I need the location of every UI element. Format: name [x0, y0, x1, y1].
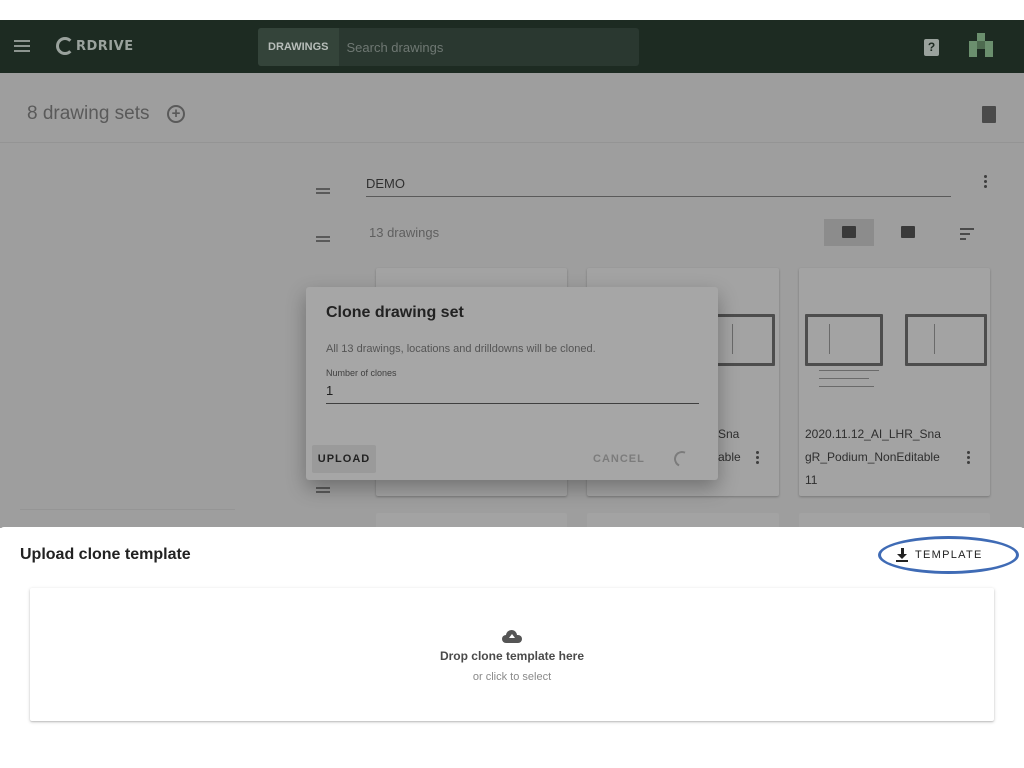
upload-template-sheet: Upload clone template TEMPLATE Drop clon… — [0, 527, 1024, 745]
loading-spinner-icon — [671, 448, 693, 470]
divider — [20, 509, 235, 510]
drawings-count: 13 drawings — [369, 225, 440, 240]
image-icon — [842, 226, 856, 238]
set-more-icon[interactable] — [984, 175, 988, 189]
top-strip — [0, 0, 1024, 20]
dialog-title: Clone drawing set — [326, 304, 464, 321]
drawing-more-icon[interactable] — [967, 451, 971, 465]
drawing-name: Sna — [718, 427, 740, 441]
grid-view-button[interactable] — [824, 219, 874, 246]
dropzone-subtitle: or click to select — [472, 671, 552, 683]
dropzone-title: Drop clone template here — [439, 649, 585, 663]
search-box[interactable]: DRAWINGS — [258, 28, 639, 66]
search-input[interactable] — [338, 39, 619, 55]
name-underline — [366, 196, 951, 197]
cloud-upload-icon — [502, 630, 522, 643]
menu-icon[interactable] — [14, 40, 30, 52]
search-scope-chip[interactable]: DRAWINGS — [258, 28, 339, 66]
page-title: 8 drawing sets — [27, 103, 150, 124]
highlight-annotation — [878, 536, 1019, 574]
clones-field-label: Number of clones — [326, 368, 397, 378]
gallery-icon — [901, 226, 915, 238]
drawing-card[interactable]: 2020.11.12_AI_LHR_Sna gR_Podium_NonEdita… — [799, 268, 990, 496]
help-icon[interactable]: ? — [924, 39, 939, 56]
sheet-title: Upload clone template — [20, 546, 191, 563]
drag-handle-icon[interactable] — [316, 236, 330, 242]
drawing-set-name[interactable]: DEMO — [366, 176, 405, 191]
drawing-name-line-1: 2020.11.12_AI_LHR_Sna — [805, 427, 941, 441]
dialog-description: All 13 drawings, locations and drilldown… — [326, 343, 596, 355]
add-drawing-set-icon[interactable]: + — [167, 105, 185, 123]
gallery-view-button[interactable] — [883, 219, 933, 246]
drawing-name: able — [718, 450, 741, 464]
logo-mark-icon — [56, 37, 74, 55]
drawing-name-line-2: gR_Podium_NonEditable — [805, 450, 940, 464]
brand-logo[interactable]: RDRIVE — [56, 36, 134, 56]
upload-button[interactable]: UPLOAD — [312, 445, 376, 473]
clone-dialog: Clone drawing set All 13 drawings, locat… — [306, 287, 718, 480]
drawing-card[interactable] — [376, 513, 567, 528]
page-header: 8 drawing sets + — [0, 73, 1024, 143]
drag-handle-icon[interactable] — [316, 487, 330, 493]
book-icon[interactable] — [982, 106, 996, 123]
sort-icon[interactable] — [960, 228, 974, 243]
drawing-card[interactable] — [587, 513, 779, 528]
avatar[interactable] — [969, 33, 993, 57]
field-underline — [326, 403, 699, 404]
cancel-button[interactable]: CANCEL — [593, 453, 645, 465]
clones-field[interactable]: 1 — [326, 383, 333, 398]
drawing-card[interactable] — [799, 513, 990, 528]
drag-handle-icon[interactable] — [316, 188, 330, 194]
drawing-thumbnail — [799, 268, 990, 413]
drawing-more-icon[interactable] — [756, 451, 760, 465]
app-bar: RDRIVE DRAWINGS ? — [0, 20, 1024, 73]
bottom-strip — [0, 745, 1024, 768]
drawing-name-line-3: 11 — [805, 473, 818, 487]
template-dropzone[interactable]: Drop clone template here or click to sel… — [30, 588, 994, 721]
brand-name: RDRIVE — [76, 38, 134, 54]
